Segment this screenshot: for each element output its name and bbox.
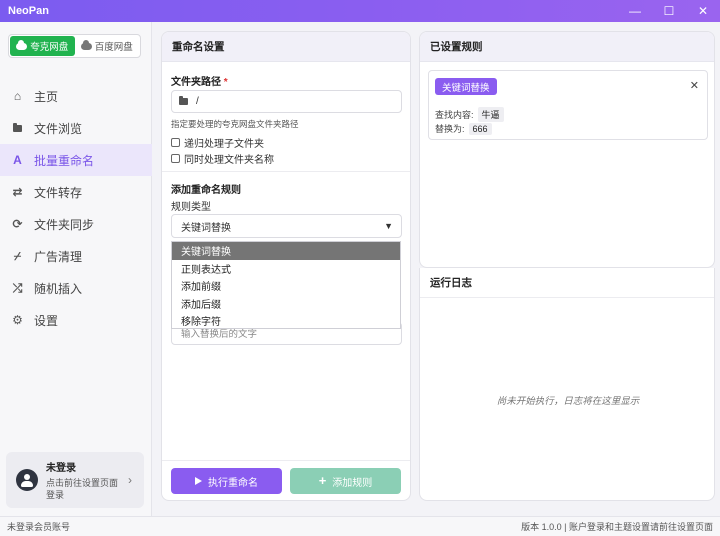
divider — [162, 171, 410, 172]
rule-type-value: 关键词替换 — [181, 222, 231, 234]
add-rule-label: 添加规则 — [332, 477, 373, 489]
rule-replace-label: 替换为: — [435, 124, 465, 134]
include-folders-checkbox-row[interactable]: 同时处理文件夹名称 — [171, 151, 274, 166]
status-right: 版本 1.0.0 | 账户登录和主题设置请前往设置页面 — [521, 522, 713, 532]
title-bar: NeoPan — ☐ ✕ — [0, 0, 720, 22]
font-icon: A — [13, 153, 22, 167]
folder-icon — [179, 96, 188, 105]
sidebar-item-folder-sync[interactable]: ⟳ 文件夹同步 — [0, 208, 152, 240]
sidebar-item-random-insert[interactable]: ⤮ 随机插入 — [0, 272, 152, 304]
play-icon — [195, 477, 202, 485]
rule-type-badge: 关键词替换 — [435, 78, 497, 95]
cloud-icon — [16, 39, 28, 50]
home-icon: ⌂ — [13, 89, 22, 103]
log-empty-message: 尚未开始执行，日志将在这里显示 — [496, 396, 640, 407]
user-info: 未登录 点击前往设置页面登录 — [46, 459, 124, 501]
plus-icon: + — [318, 473, 327, 488]
drive-tab-label: 夸克网盘 — [30, 42, 69, 53]
panel-title: 重命名设置 — [162, 32, 410, 62]
sidebar-item-label: 文件浏览 — [34, 121, 83, 136]
close-button[interactable]: ✕ — [686, 0, 720, 22]
divider — [162, 460, 410, 461]
cloud-icon — [80, 39, 92, 50]
sidebar-item-label: 随机插入 — [34, 281, 83, 296]
sidebar-item-settings[interactable]: ⚙ 设置 — [0, 304, 152, 336]
sidebar-item-label: 主页 — [34, 89, 59, 104]
drive-tab-baidu[interactable]: 百度网盘 — [75, 36, 140, 56]
sidebar-item-home[interactable]: ⌂ 主页 — [0, 80, 152, 112]
dropdown-option[interactable]: 关键词替换 — [172, 242, 400, 260]
user-name: 未登录 — [46, 463, 76, 474]
user-avatar-icon — [16, 469, 38, 491]
sync-icon: ⟳ — [12, 217, 23, 231]
log-panel: 运行日志 尚未开始执行，日志将在这里显示 — [419, 268, 715, 501]
user-card[interactable]: 未登录 点击前往设置页面登录 › — [6, 452, 144, 508]
folder-path-label: 文件夹路径 * — [171, 73, 228, 88]
rule-find-line: 查找内容: 牛逼 — [435, 107, 504, 122]
recursive-label: 递归处理子文件夹 — [184, 139, 264, 150]
panel-title: 已设置规则 — [420, 32, 714, 62]
rule-find-label: 查找内容: — [435, 110, 474, 120]
run-rename-label: 执行重命名 — [208, 477, 258, 489]
gear-icon: ⚙ — [12, 313, 23, 327]
rules-panel: 已设置规则 关键词替换 ✕ 查找内容: 牛逼 替换为: 666 — [419, 31, 715, 268]
rule-replace-value: 666 — [468, 122, 492, 135]
sidebar-item-label: 批量重命名 — [34, 153, 95, 168]
dropdown-option[interactable]: 正则表达式 — [172, 260, 400, 278]
rule-type-label: 规则类型 — [171, 202, 211, 213]
rule-card: 关键词替换 ✕ 查找内容: 牛逼 替换为: 666 — [428, 70, 708, 140]
broom-icon: ⌿ — [13, 248, 22, 263]
folder-path-input[interactable]: / — [171, 90, 402, 113]
sidebar: 夸克网盘 百度网盘 ⌂ 主页 文件浏览 A 批量重命名 ⇄ 文件转存 ⟳ 文件夹… — [0, 22, 152, 516]
include-folders-label: 同时处理文件夹名称 — [184, 155, 274, 166]
recursive-checkbox-row[interactable]: 递归处理子文件夹 — [171, 135, 264, 150]
dropdown-option[interactable]: 移除字符 — [172, 312, 400, 330]
maximize-button[interactable]: ☐ — [652, 0, 686, 22]
rule-type-select[interactable]: 关键词替换 ▼ — [171, 214, 402, 238]
folder-path-value: / — [196, 96, 199, 107]
folder-path-label-text: 文件夹路径 — [171, 77, 221, 88]
close-icon[interactable]: ✕ — [690, 79, 699, 92]
rule-find-value: 牛逼 — [477, 107, 504, 122]
rule-type-dropdown: 关键词替换 正则表达式 添加前缀 添加后缀 移除字符 — [171, 241, 401, 329]
folder-path-help: 指定要处理的夸克网盘文件夹路径 — [171, 119, 299, 129]
drive-switch: 夸克网盘 百度网盘 — [8, 34, 141, 58]
panel-title: 运行日志 — [420, 268, 714, 298]
sidebar-item-label: 文件转存 — [34, 185, 83, 200]
user-login-hint: 点击前往设置页面登录 — [46, 478, 119, 500]
drive-tab-quark[interactable]: 夸克网盘 — [10, 36, 75, 56]
sidebar-item-label: 广告清理 — [34, 249, 83, 264]
add-rule-button[interactable]: + 添加规则 — [290, 468, 401, 494]
sidebar-nav: ⌂ 主页 文件浏览 A 批量重命名 ⇄ 文件转存 ⟳ 文件夹同步 ⌿ 广告清理 … — [0, 80, 152, 336]
shuffle-icon: ⤮ — [12, 280, 23, 295]
sidebar-item-batch-rename[interactable]: A 批量重命名 — [0, 144, 152, 176]
add-rule-title: 添加重命名规则 — [171, 185, 241, 196]
minimize-button[interactable]: — — [618, 0, 652, 22]
drive-tab-label: 百度网盘 — [94, 42, 133, 53]
run-rename-button[interactable]: 执行重命名 — [171, 468, 282, 494]
sidebar-item-file-transfer[interactable]: ⇄ 文件转存 — [0, 176, 152, 208]
sidebar-item-file-browser[interactable]: 文件浏览 — [0, 112, 152, 144]
app-title: NeoPan — [8, 5, 49, 17]
sidebar-item-label: 设置 — [34, 313, 59, 328]
sidebar-item-label: 文件夹同步 — [34, 217, 95, 232]
window-controls: — ☐ ✕ — [618, 0, 720, 22]
status-bar: 未登录会员账号 版本 1.0.0 | 账户登录和主题设置请前往设置页面 — [0, 516, 720, 536]
dropdown-option[interactable]: 添加后缀 — [172, 295, 400, 313]
required-mark: * — [223, 77, 228, 88]
rule-replace-line: 替换为: 666 — [435, 122, 492, 135]
dropdown-option[interactable]: 添加前缀 — [172, 277, 400, 295]
folder-icon — [11, 121, 24, 135]
recursive-checkbox[interactable] — [171, 138, 180, 147]
chevron-right-icon: › — [128, 473, 132, 487]
exchange-icon: ⇄ — [12, 185, 23, 199]
sidebar-item-ad-cleanup[interactable]: ⌿ 广告清理 — [0, 240, 152, 272]
status-left: 未登录会员账号 — [7, 522, 71, 532]
include-folders-checkbox[interactable] — [171, 154, 180, 163]
chevron-down-icon: ▼ — [384, 221, 393, 231]
rename-settings-panel: 重命名设置 文件夹路径 * / 指定要处理的夸克网盘文件夹路径 递归处理子文件夹… — [161, 31, 411, 501]
